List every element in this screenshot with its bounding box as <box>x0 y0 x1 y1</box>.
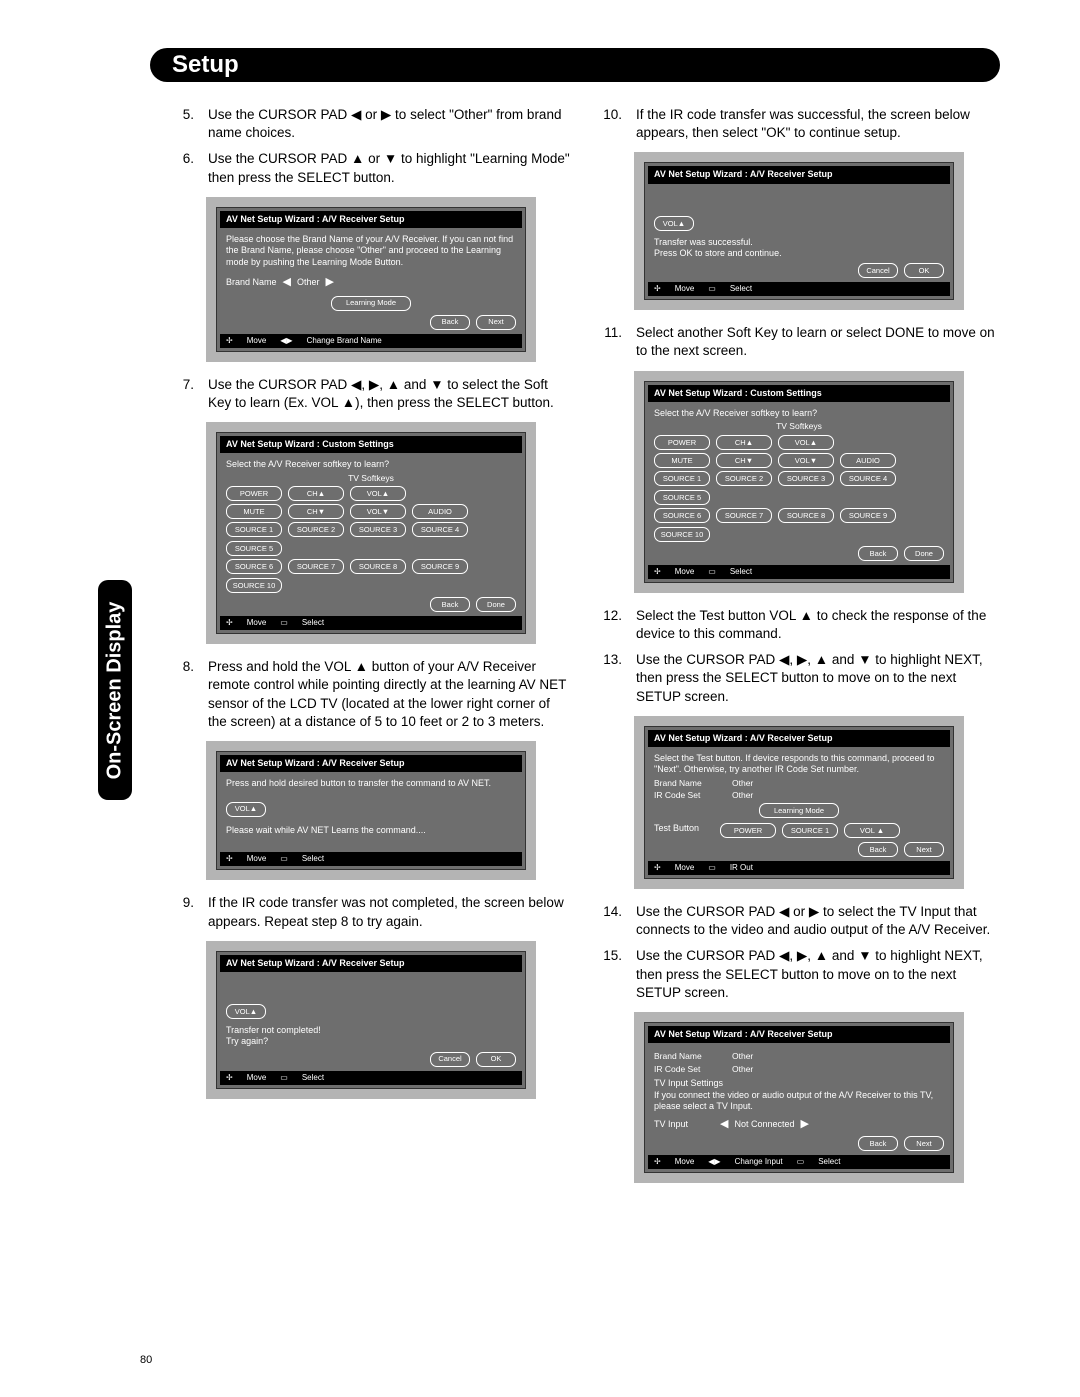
softkey-button[interactable]: SOURCE 10 <box>654 527 710 542</box>
step-5: Use the CURSOR PAD ◀ or ▶ to select "Oth… <box>208 106 570 142</box>
step-7: Use the CURSOR PAD ◀, ▶, ▲ and ▼ to sele… <box>208 376 570 412</box>
next-button[interactable]: Next <box>904 842 944 857</box>
softkey-row-3: SOURCE 1 SOURCE 2 SOURCE 3 SOURCE 4 SOURCE 5 <box>226 522 516 556</box>
softkey-button[interactable]: SOURCE 7 <box>288 559 344 574</box>
softkey-button[interactable]: SOURCE 1 <box>782 823 838 838</box>
softkey-button[interactable]: SOURCE 6 <box>654 508 710 523</box>
softkey-button[interactable]: SOURCE 1 <box>226 522 282 537</box>
step-14: Use the CURSOR PAD ◀ or ▶ to select the … <box>636 903 998 939</box>
left-column: 5.Use the CURSOR PAD ◀ or ▶ to select "O… <box>170 106 570 1197</box>
done-button[interactable]: Done <box>476 597 516 612</box>
osd-tv-input: AV Net Setup Wizard : A/V Receiver Setup… <box>634 1012 964 1183</box>
back-button[interactable]: Back <box>858 1136 898 1151</box>
softkey-button[interactable]: MUTE <box>654 453 710 468</box>
softkey-button[interactable]: SOURCE 4 <box>840 471 896 486</box>
softkey-button[interactable]: VOL▼ <box>350 504 406 519</box>
softkey-row-1: POWER CH▲ VOL▲ <box>226 486 516 501</box>
back-button[interactable]: Back <box>858 546 898 561</box>
vol-up-key[interactable]: VOL▲ <box>226 1004 266 1019</box>
softkey-button[interactable]: SOURCE 2 <box>288 522 344 537</box>
softkey-button[interactable]: SOURCE 9 <box>412 559 468 574</box>
step-8: Press and hold the VOL ▲ button of your … <box>208 658 570 731</box>
page-number: 80 <box>140 1354 152 1366</box>
softkey-button[interactable]: SOURCE 3 <box>350 522 406 537</box>
softkey-button[interactable]: CH▲ <box>716 435 772 450</box>
right-column: 10.If the IR code transfer was successfu… <box>598 106 998 1197</box>
ok-button[interactable]: OK <box>476 1052 516 1067</box>
softkey-button[interactable]: SOURCE 7 <box>716 508 772 523</box>
softkey-button[interactable]: SOURCE 8 <box>350 559 406 574</box>
softkey-row-4: SOURCE 6 SOURCE 7 SOURCE 8 SOURCE 9 SOURCE 1… <box>226 559 516 593</box>
step-10: If the IR code transfer was successful, … <box>636 106 998 142</box>
osd-not-completed: AV Net Setup Wizard : A/V Receiver Setup… <box>206 941 536 1099</box>
section-header: Setup <box>150 48 1000 82</box>
softkey-button[interactable]: SOURCE 5 <box>654 490 710 505</box>
ok-button[interactable]: OK <box>904 263 944 278</box>
back-button[interactable]: Back <box>858 842 898 857</box>
softkey-button[interactable]: SOURCE 9 <box>840 508 896 523</box>
softkey-button[interactable]: VOL▲ <box>350 486 406 501</box>
softkey-button[interactable]: POWER <box>720 823 776 838</box>
softkey-button[interactable]: VOL▲ <box>778 435 834 450</box>
vol-up-key[interactable]: VOL▲ <box>226 802 266 817</box>
softkey-row-2: MUTE CH▼ VOL▼ AUDIO <box>226 504 516 519</box>
osd-brand-select: AV Net Setup Wizard : A/V Receiver Setup… <box>206 197 536 362</box>
softkey-button[interactable]: VOL▼ <box>778 453 834 468</box>
softkey-button[interactable]: SOURCE 8 <box>778 508 834 523</box>
step-11: Select another Soft Key to learn or sele… <box>636 324 998 360</box>
softkey-button[interactable]: MUTE <box>226 504 282 519</box>
step-12: Select the Test button VOL ▲ to check th… <box>636 607 998 643</box>
next-button[interactable]: Next <box>904 1136 944 1151</box>
learning-mode-button[interactable]: Learning Mode <box>759 803 839 818</box>
section-title: Setup <box>172 48 239 82</box>
softkey-button[interactable]: SOURCE 3 <box>778 471 834 486</box>
done-button[interactable]: Done <box>904 546 944 561</box>
softkey-button[interactable]: SOURCE 1 <box>654 471 710 486</box>
vol-up-key[interactable]: VOL▲ <box>654 216 694 231</box>
side-tab: On-Screen Display <box>98 580 132 800</box>
cancel-button[interactable]: Cancel <box>430 1052 470 1067</box>
osd-success: AV Net Setup Wizard : A/V Receiver Setup… <box>634 152 964 310</box>
softkey-button[interactable]: POWER <box>654 435 710 450</box>
softkey-button[interactable]: SOURCE 10 <box>226 578 282 593</box>
step-15: Use the CURSOR PAD ◀, ▶, ▲ and ▼ to high… <box>636 947 998 1002</box>
back-button[interactable]: Back <box>430 315 470 330</box>
softkey-button[interactable]: POWER <box>226 486 282 501</box>
osd-learning: AV Net Setup Wizard : A/V Receiver Setup… <box>206 741 536 880</box>
softkey-button[interactable]: CH▲ <box>288 486 344 501</box>
next-button[interactable]: Next <box>476 315 516 330</box>
softkey-button[interactable]: CH▼ <box>716 453 772 468</box>
softkey-button[interactable]: SOURCE 5 <box>226 541 282 556</box>
step-9: If the IR code transfer was not complete… <box>208 894 570 930</box>
osd-softkey-select: AV Net Setup Wizard : Custom Settings Se… <box>206 422 536 644</box>
osd-test: AV Net Setup Wizard : A/V Receiver Setup… <box>634 716 964 889</box>
softkey-button[interactable]: SOURCE 6 <box>226 559 282 574</box>
step-6: Use the CURSOR PAD ▲ or ▼ to highlight "… <box>208 150 570 186</box>
cancel-button[interactable]: Cancel <box>858 263 898 278</box>
learning-mode-button[interactable]: Learning Mode <box>331 296 411 311</box>
osd-softkey-select-2: AV Net Setup Wizard : Custom Settings Se… <box>634 371 964 593</box>
softkey-button[interactable]: SOURCE 2 <box>716 471 772 486</box>
softkey-button[interactable]: AUDIO <box>412 504 468 519</box>
step-13: Use the CURSOR PAD ◀, ▶, ▲ and ▼ to high… <box>636 651 998 706</box>
softkey-button[interactable]: VOL ▲ <box>844 823 900 838</box>
softkey-button[interactable]: AUDIO <box>840 453 896 468</box>
softkey-button[interactable]: CH▼ <box>288 504 344 519</box>
back-button[interactable]: Back <box>430 597 470 612</box>
softkey-button[interactable]: SOURCE 4 <box>412 522 468 537</box>
